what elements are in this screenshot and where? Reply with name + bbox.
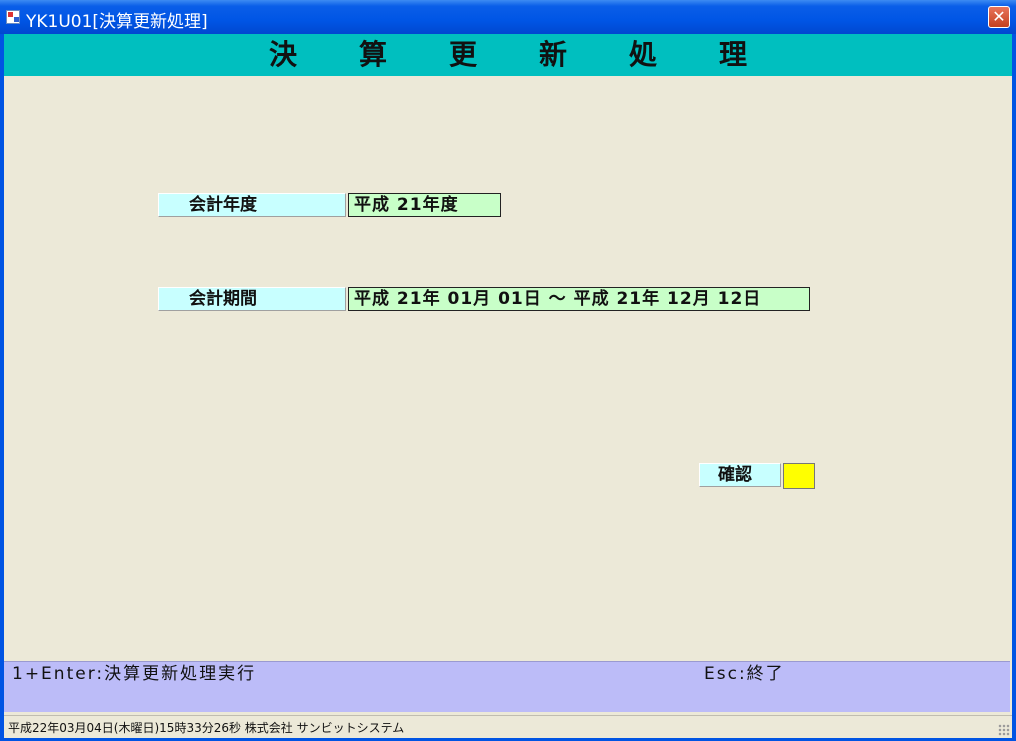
window-title: YK1U01[決算更新処理] [26, 12, 208, 32]
fiscal-year-label: 会計年度 [158, 193, 346, 217]
client-area: 決算更新処理 会計年度 平成 21年度 会計期間 平成 21年 01月 01日 … [4, 34, 1012, 738]
status-bar: 平成22年03月04日(木曜日)15時33分26秒 株式会社 サンビットシステム [4, 715, 1012, 738]
fiscal-year-value: 平成 21年度 [348, 193, 501, 217]
confirm-input[interactable] [783, 463, 815, 489]
confirm-label: 確認 [699, 463, 781, 487]
header-band: 決算更新処理 [4, 34, 1012, 76]
footer-hint-bar: 1+Enter:決算更新処理実行 Esc:終了 [4, 661, 1010, 712]
resize-grip-icon[interactable] [998, 724, 1010, 736]
close-button[interactable]: ✕ [988, 6, 1010, 28]
title-bar[interactable]: YK1U01[決算更新処理] ✕ [0, 0, 1016, 34]
close-icon: ✕ [992, 7, 1006, 26]
execute-hint: 1+Enter:決算更新処理実行 [12, 664, 257, 684]
page-title: 決算更新処理 [268, 38, 809, 71]
exit-hint: Esc:終了 [704, 664, 785, 684]
fiscal-period-label: 会計期間 [158, 287, 346, 311]
fiscal-period-value: 平成 21年 01月 01日 〜 平成 21年 12月 12日 [348, 287, 810, 311]
app-icon[interactable] [6, 10, 20, 24]
status-text: 平成22年03月04日(木曜日)15時33分26秒 株式会社 サンビットシステム [8, 721, 405, 735]
app-window: YK1U01[決算更新処理] ✕ 決算更新処理 会計年度 平成 21年度 会計期… [0, 0, 1016, 741]
